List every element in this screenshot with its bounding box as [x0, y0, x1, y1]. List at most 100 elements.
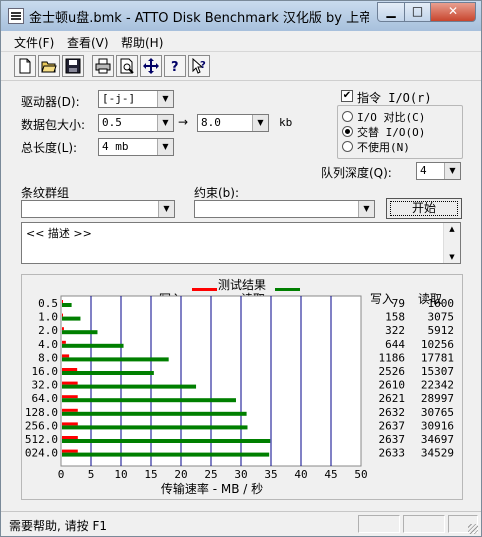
write-value-label: 79: [392, 297, 405, 310]
category-label: 512.0: [25, 433, 58, 446]
drive-value: [-j-]: [102, 92, 136, 105]
move-icon[interactable]: [140, 55, 162, 77]
chevron-down-icon[interactable]: ▼: [358, 201, 374, 217]
write-bar: [62, 395, 78, 399]
scroll-down-icon[interactable]: ▼: [444, 253, 460, 261]
results-chart: 测试结果 写入 读取 写入 读取 051015202530354045500.5…: [25, 277, 455, 496]
read-bar: [62, 452, 270, 457]
title-bar[interactable]: 金士顿u盘.bmk - ATTO Disk Benchmark 汉化版 by 上…: [1, 1, 481, 31]
read-bar: [62, 398, 236, 403]
category-label: 0.5: [38, 297, 58, 310]
menu-help[interactable]: 帮助(H): [121, 34, 163, 51]
category-label: 2.0: [38, 324, 58, 337]
print-preview-icon[interactable]: [116, 55, 138, 77]
packet-from-value: 0.5: [102, 116, 122, 129]
read-value-label: 1600: [428, 297, 455, 310]
constraint-label: 约束(b):: [194, 186, 240, 200]
description-box[interactable]: << 描述 >> ▲ ▼: [21, 222, 461, 264]
packet-from-select[interactable]: 0.5 ▼: [98, 114, 174, 132]
write-value-label: 2633: [379, 447, 406, 460]
resize-grip[interactable]: [468, 524, 478, 534]
packet-to-select[interactable]: 8.0 ▼: [197, 114, 269, 132]
write-bar: [62, 313, 63, 317]
start-button[interactable]: 开始: [386, 198, 462, 219]
scroll-up-icon[interactable]: ▲: [444, 225, 460, 233]
save-icon[interactable]: [62, 55, 84, 77]
drive-select[interactable]: [-j-] ▼: [98, 90, 174, 108]
alternate-io-radio[interactable]: [342, 126, 353, 137]
write-column-header: 写入: [370, 292, 394, 306]
category-label: 256.0: [25, 419, 58, 432]
write-value-label: 2632: [379, 406, 406, 419]
print-icon[interactable]: [92, 55, 114, 77]
context-help-icon[interactable]: ?: [188, 55, 210, 77]
write-bar: [62, 354, 70, 358]
write-value-label: 644: [385, 338, 405, 351]
io-compare-label: I/O 对比(C): [357, 111, 426, 124]
category-label: 8.0: [38, 351, 58, 364]
chevron-down-icon[interactable]: ▼: [157, 91, 173, 107]
read-value-label: 28997: [421, 392, 454, 405]
toolbar: ? ?: [1, 52, 481, 81]
x-tick-label: 10: [114, 468, 127, 481]
x-tick-label: 15: [144, 468, 157, 481]
chevron-down-icon[interactable]: ▼: [157, 139, 173, 155]
window-title: 金士顿u盘.bmk - ATTO Disk Benchmark 汉化版 by 上…: [29, 11, 369, 26]
legend-read-swatch: [275, 288, 300, 291]
stripe-group-select[interactable]: ▼: [21, 200, 175, 218]
app-icon[interactable]: [8, 8, 24, 24]
description-scrollbar[interactable]: ▲ ▼: [443, 223, 460, 263]
io-command-label: 指令 I/O(r): [357, 91, 432, 105]
category-label: 32.0: [32, 379, 59, 392]
write-bar: [62, 327, 64, 331]
chevron-down-icon[interactable]: ▼: [157, 115, 173, 131]
x-tick-label: 25: [204, 468, 217, 481]
packet-unit: kb: [279, 116, 293, 129]
write-bar: [62, 408, 78, 412]
category-label: 024.0: [25, 447, 58, 460]
read-value-label: 34529: [421, 447, 454, 460]
category-label: 64.0: [32, 392, 59, 405]
chevron-down-icon[interactable]: ▼: [158, 201, 174, 217]
status-bar: 需要帮助, 请按 F1: [1, 511, 481, 537]
no-io-radio[interactable]: [342, 141, 353, 152]
maximize-button[interactable]: □: [404, 2, 431, 22]
status-text: 需要帮助, 请按 F1: [9, 519, 107, 533]
read-value-label: 30916: [421, 419, 454, 432]
close-button[interactable]: ✕: [430, 2, 476, 22]
read-bar: [62, 303, 72, 307]
minimize-button[interactable]: ▁: [377, 2, 405, 22]
queue-depth-select[interactable]: 4 ▼: [416, 162, 461, 180]
write-value-label: 158: [385, 311, 405, 324]
new-file-icon[interactable]: [14, 55, 36, 77]
read-bar: [62, 357, 169, 362]
app-window: 金士顿u盘.bmk - ATTO Disk Benchmark 汉化版 by 上…: [0, 0, 482, 537]
drive-label: 驱动器(D):: [21, 95, 80, 109]
read-value-label: 5912: [428, 324, 455, 337]
chevron-down-icon[interactable]: ▼: [252, 115, 268, 131]
io-compare-radio[interactable]: [342, 111, 353, 122]
menu-view[interactable]: 查看(V): [67, 34, 109, 51]
write-value-label: 2526: [379, 365, 406, 378]
legend-write-swatch: [192, 288, 217, 291]
x-tick-label: 30: [234, 468, 247, 481]
category-label: 1.0: [38, 311, 58, 324]
io-command-checkbox[interactable]: ✔: [341, 90, 353, 102]
help-icon[interactable]: ?: [164, 55, 186, 77]
open-folder-icon[interactable]: [38, 55, 60, 77]
write-bar: [62, 436, 78, 439]
no-io-label: 不使用(N): [357, 141, 410, 154]
svg-text:?: ?: [200, 60, 206, 71]
menu-file[interactable]: 文件(F): [14, 34, 54, 51]
write-bar: [62, 449, 78, 453]
write-value-label: 2610: [379, 379, 406, 392]
read-bar: [62, 384, 197, 389]
chevron-down-icon[interactable]: ▼: [444, 163, 460, 179]
start-button-label: 开始: [390, 201, 458, 216]
total-length-select[interactable]: 4 mb ▼: [98, 138, 174, 156]
description-text: << 描述 >>: [26, 227, 92, 240]
write-bar: [62, 368, 78, 371]
read-bar: [62, 316, 81, 321]
constraint-select[interactable]: ▼: [194, 200, 375, 218]
read-value-label: 30765: [421, 406, 454, 419]
